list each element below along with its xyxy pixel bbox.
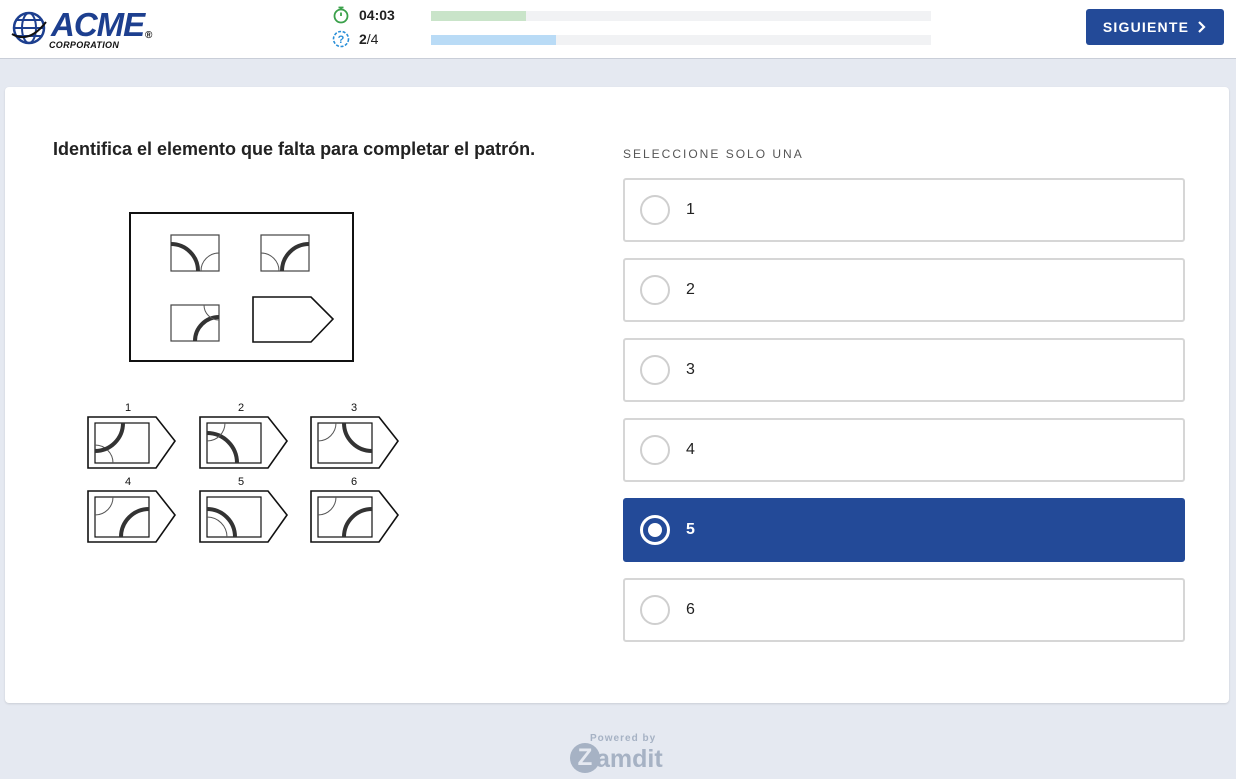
choice-number: 4 [125, 476, 131, 488]
radio-button[interactable] [640, 195, 670, 225]
question-total: /4 [366, 31, 379, 47]
answer-option[interactable]: 6 [623, 578, 1185, 642]
question-counter-text: 2/4 [359, 31, 378, 47]
radio-button[interactable] [640, 595, 670, 625]
question-progress-fill [431, 35, 556, 45]
question-counter: ? 2/4 [332, 29, 378, 49]
choice-number: 2 [238, 402, 244, 414]
answer-option-label: 1 [686, 201, 695, 218]
answer-option[interactable]: 5 [623, 498, 1185, 562]
top-bar: ACME CORPORATION ® 04:03 ? 2/4 SIGUIENTE [0, 0, 1236, 59]
question-text: Identifica el elemento que falta para co… [53, 139, 536, 159]
selection-instruction: SELECCIONE SOLO UNA [623, 147, 804, 161]
radio-button[interactable] [640, 435, 670, 465]
zamdit-brand: amdit [596, 745, 663, 773]
question-current: 2 [359, 31, 367, 47]
logo-registered-mark: ® [145, 30, 153, 41]
answer-option-label: 2 [686, 281, 695, 298]
acme-logo: ACME CORPORATION ® [11, 8, 161, 52]
answer-option-label: 6 [686, 601, 695, 618]
answer-option[interactable]: 4 [623, 418, 1185, 482]
pattern-matrix [129, 212, 354, 362]
timer-progress-fill [431, 11, 526, 21]
globe-icon [11, 11, 47, 45]
answer-option-label: 5 [686, 521, 695, 538]
timer-progress-bar [431, 11, 931, 21]
radio-button[interactable] [640, 355, 670, 385]
answer-option[interactable]: 1 [623, 178, 1185, 242]
choices-grid: 1 2 3 4 5 6 [87, 402, 399, 543]
answer-option-label: 4 [686, 441, 695, 458]
timer-value: 04:03 [359, 7, 395, 23]
logo-subtitle: CORPORATION [49, 40, 120, 50]
choice-number: 1 [125, 402, 131, 414]
powered-by-text: Powered by [590, 733, 657, 744]
pattern-figure: 1 2 3 4 5 6 [87, 212, 399, 543]
chevron-right-icon [1198, 21, 1206, 33]
next-button[interactable]: SIGUIENTE [1086, 9, 1224, 45]
choice-number: 5 [238, 476, 244, 488]
choice-number: 6 [351, 476, 357, 488]
svg-text:?: ? [338, 34, 345, 46]
radio-button[interactable] [640, 515, 670, 545]
next-button-label: SIGUIENTE [1102, 19, 1190, 35]
answer-option-label: 3 [686, 361, 695, 378]
stopwatch-icon [333, 6, 349, 24]
choice-number: 3 [351, 402, 357, 414]
question-card: Identifica el elemento que falta para co… [5, 87, 1229, 703]
powered-by-zamdit: Powered by Z amdit [570, 733, 666, 775]
answer-option[interactable]: 2 [623, 258, 1185, 322]
question-progress-bar [431, 35, 931, 45]
timer: 04:03 [332, 5, 395, 25]
radio-button[interactable] [640, 275, 670, 305]
answer-option[interactable]: 3 [623, 338, 1185, 402]
logo-brand: ACME [51, 6, 145, 43]
question-circle-icon: ? [332, 30, 350, 48]
